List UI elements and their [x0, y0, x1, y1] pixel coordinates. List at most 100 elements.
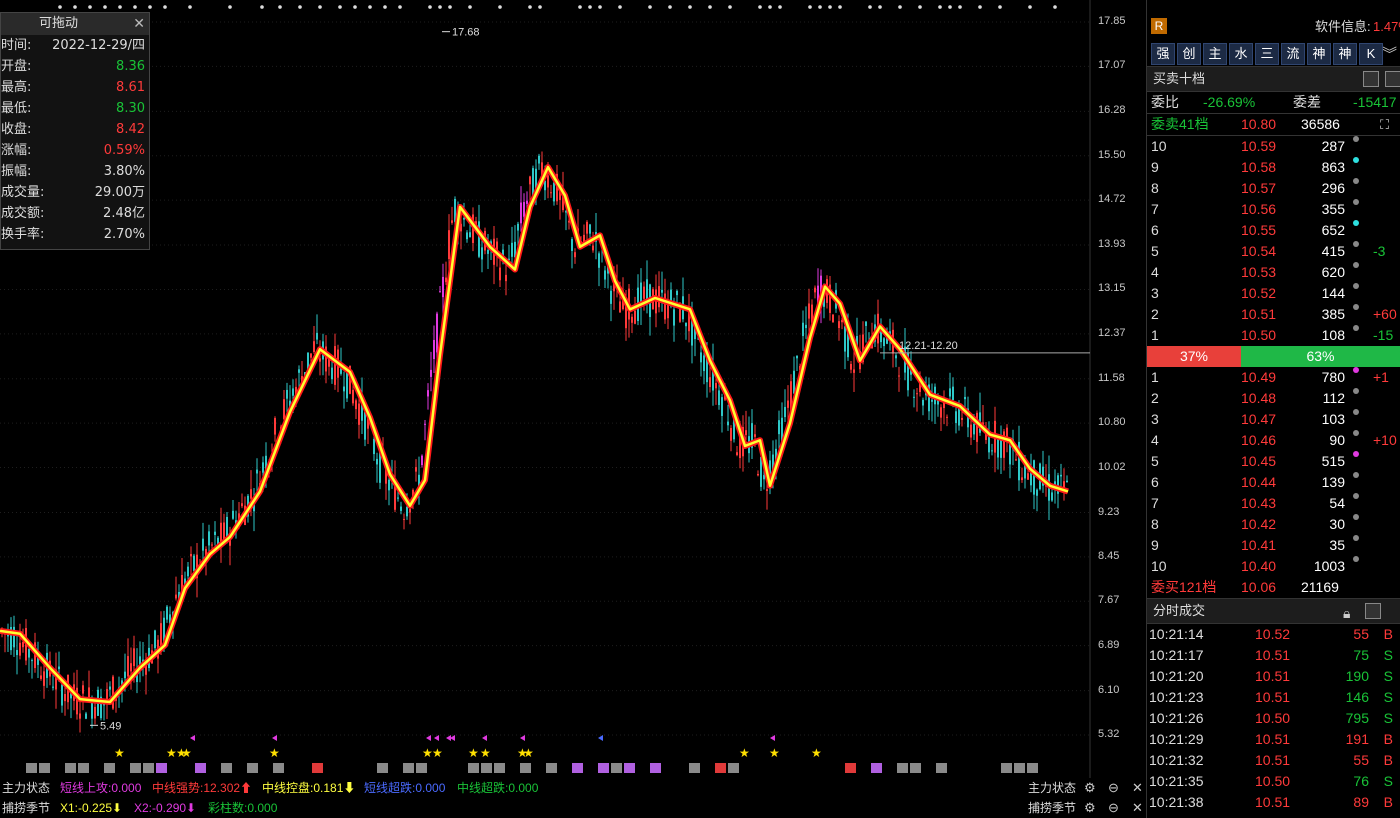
- level-change: -3: [1373, 243, 1386, 259]
- settings-icon[interactable]: [1385, 71, 1400, 87]
- close-icon[interactable]: ✕: [1132, 798, 1143, 818]
- bid-level-row[interactable]: 10 10.40 1003: [1147, 556, 1400, 577]
- lock-icon[interactable]: 🔒︎: [1343, 601, 1350, 625]
- quick-button[interactable]: K: [1359, 43, 1383, 65]
- ask-level-row[interactable]: 4 10.53 620: [1147, 262, 1400, 283]
- bid-level-row[interactable]: 3 10.47 103: [1147, 409, 1400, 430]
- ask-level-row[interactable]: 3 10.52 144: [1147, 283, 1400, 304]
- bid-level-row[interactable]: 7 10.43 54: [1147, 493, 1400, 514]
- level-price: 10.40: [1241, 558, 1277, 574]
- trade-row[interactable]: 10:21:32 10.51 55 B: [1147, 750, 1400, 771]
- ask-level-row[interactable]: 9 10.58 863: [1147, 157, 1400, 178]
- ohlc-info-panel[interactable]: 可拖动 ✕ 时间: 2022-12-29/四 开盘: 8.36 最高: 8.61 最低: 8.…: [0, 12, 150, 250]
- trade-row[interactable]: 10:21:38 10.51 89 B: [1147, 792, 1400, 813]
- gear-icon[interactable]: ⚙: [1084, 798, 1096, 818]
- indicator-name-right[interactable]: 捕捞季节: [1028, 798, 1076, 818]
- trade-time: 10:21:20: [1149, 668, 1204, 684]
- candle-body: [511, 242, 513, 257]
- quick-button[interactable]: 三: [1255, 43, 1279, 65]
- candle-body: [589, 224, 591, 234]
- close-icon[interactable]: ✕: [1132, 778, 1143, 798]
- r-tag-icon[interactable]: R: [1151, 18, 1167, 34]
- status-tag: [715, 763, 726, 773]
- candle-body: [784, 406, 786, 418]
- bid-level-row[interactable]: 6 10.44 139: [1147, 472, 1400, 493]
- ask-level-row[interactable]: 6 10.55 652: [1147, 220, 1400, 241]
- price-annotation: 17.68: [452, 27, 480, 39]
- bid-level-row[interactable]: 1 10.49 780 +1: [1147, 367, 1400, 388]
- trade-row[interactable]: 10:21:20 10.51 190 S: [1147, 666, 1400, 687]
- candle-body: [22, 641, 24, 648]
- calculator-icon[interactable]: [1363, 71, 1379, 87]
- candle-body: [700, 352, 702, 363]
- trade-row[interactable]: 10:21:23 10.51 146 S: [1147, 687, 1400, 708]
- bid-level-row[interactable]: 2 10.48 112: [1147, 388, 1400, 409]
- table-icon[interactable]: [1365, 603, 1381, 619]
- buy-total-row: 委买121档 10.06 21169: [1147, 577, 1400, 598]
- candle-body: [487, 250, 489, 254]
- trade-row[interactable]: 10:21:14 10.52 55 B: [1147, 624, 1400, 645]
- trade-time: 10:21:17: [1149, 647, 1204, 663]
- level-number: 7: [1151, 201, 1159, 217]
- indicator-name[interactable]: 捕捞季节: [2, 798, 50, 818]
- ask-level-row[interactable]: 2 10.51 385 +60: [1147, 304, 1400, 325]
- signal-dot: [73, 5, 77, 9]
- minus-icon[interactable]: ⊖: [1108, 798, 1119, 818]
- status-tag: [221, 763, 232, 773]
- candle-body: [274, 418, 276, 435]
- level-dot: [1353, 241, 1359, 247]
- level-volume: 108: [1321, 327, 1345, 343]
- trade-side: S: [1383, 689, 1393, 705]
- close-icon[interactable]: ✕: [133, 13, 145, 35]
- expand-icon[interactable]: ⛶: [1380, 114, 1389, 135]
- trade-row[interactable]: 10:21:17 10.51 75 S: [1147, 645, 1400, 666]
- level-price: 10.41: [1241, 537, 1277, 553]
- candle-body: [547, 175, 549, 188]
- bid-level-row[interactable]: 5 10.45 515: [1147, 451, 1400, 472]
- gear-icon[interactable]: ⚙: [1084, 778, 1096, 798]
- candle-body: [850, 363, 852, 370]
- quick-button[interactable]: 强: [1151, 43, 1175, 65]
- info-panel-title[interactable]: 可拖动 ✕: [1, 13, 149, 35]
- info-row: 最低: 8.30: [1, 98, 149, 119]
- kline-chart-area[interactable]: 17.68 5.49 12.21-12.20 ★ ★ ★ ★ ★ ★ ★ ★ ★ ★ ★ ★ ★ ★ 17.85…: [0, 0, 1146, 778]
- ask-level-row[interactable]: 5 10.54 415 -3: [1147, 241, 1400, 262]
- quick-button[interactable]: 水: [1229, 43, 1253, 65]
- level-dot: [1353, 220, 1359, 226]
- level-dot: [1353, 262, 1359, 268]
- trade-row[interactable]: 10:21:35 10.50 76 S: [1147, 771, 1400, 792]
- status-tag: [39, 763, 50, 773]
- kline-chart[interactable]: 17.685.4912.21-12.20★ ★ ★★ ★ ★ ★ ★ ★ ★★ ★ ★ ★: [0, 0, 1146, 778]
- indicator-name-right[interactable]: 主力状态: [1028, 778, 1076, 798]
- sell-total-label: 委卖41档: [1151, 116, 1209, 132]
- bid-level-row[interactable]: 9 10.41 35: [1147, 535, 1400, 556]
- star-icon: ★: [269, 746, 280, 760]
- ask-level-row[interactable]: 7 10.56 355: [1147, 199, 1400, 220]
- indicator-name[interactable]: 主力状态: [2, 778, 50, 798]
- chevron-down-icon[interactable]: ︾: [1382, 43, 1397, 64]
- trade-row[interactable]: 10:21:26 10.50 795 S: [1147, 708, 1400, 729]
- ask-level-row[interactable]: 10 10.59 287: [1147, 136, 1400, 157]
- indicator-bar-fishing-season[interactable]: 捕捞季节 X1:-0.225⬇ X2:-0.290⬇ 彩柱数:0.000 捕捞季节 ⚙ ⊖…: [0, 798, 1146, 818]
- quick-button[interactable]: 流: [1281, 43, 1305, 65]
- level-dot: [1353, 430, 1359, 436]
- quick-button[interactable]: 创: [1177, 43, 1201, 65]
- ask-level-row[interactable]: 1 10.50 108 -15: [1147, 325, 1400, 346]
- bid-level-row[interactable]: 8 10.42 30: [1147, 514, 1400, 535]
- quick-button[interactable]: 神: [1333, 43, 1357, 65]
- indicator-bar-main-force[interactable]: 主力状态 短线上攻:0.000 中线强势:12.302⬆ 中线控盘:0.181⬇ 短线…: [0, 778, 1146, 798]
- minus-icon[interactable]: ⊖: [1108, 778, 1119, 798]
- quick-button[interactable]: 主: [1203, 43, 1227, 65]
- trade-row[interactable]: 10:21:29 10.51 191 B: [1147, 729, 1400, 750]
- ask-level-row[interactable]: 8 10.57 296: [1147, 178, 1400, 199]
- candle-body: [931, 399, 933, 402]
- bid-level-row[interactable]: 4 10.46 90 +10: [1147, 430, 1400, 451]
- status-tag: [156, 763, 167, 773]
- quick-button[interactable]: 神: [1307, 43, 1331, 65]
- indicator-value: X2:-0.290⬇: [134, 801, 197, 815]
- trade-list[interactable]: 10:21:14 10.52 55 B 10:21:17 10.51 75 S 10:21:20…: [1147, 624, 1400, 813]
- signal-triangle: [434, 735, 439, 741]
- trade-price: 10.51: [1255, 668, 1291, 684]
- trade-price: 10.50: [1255, 710, 1291, 726]
- level-volume: 296: [1321, 180, 1345, 196]
